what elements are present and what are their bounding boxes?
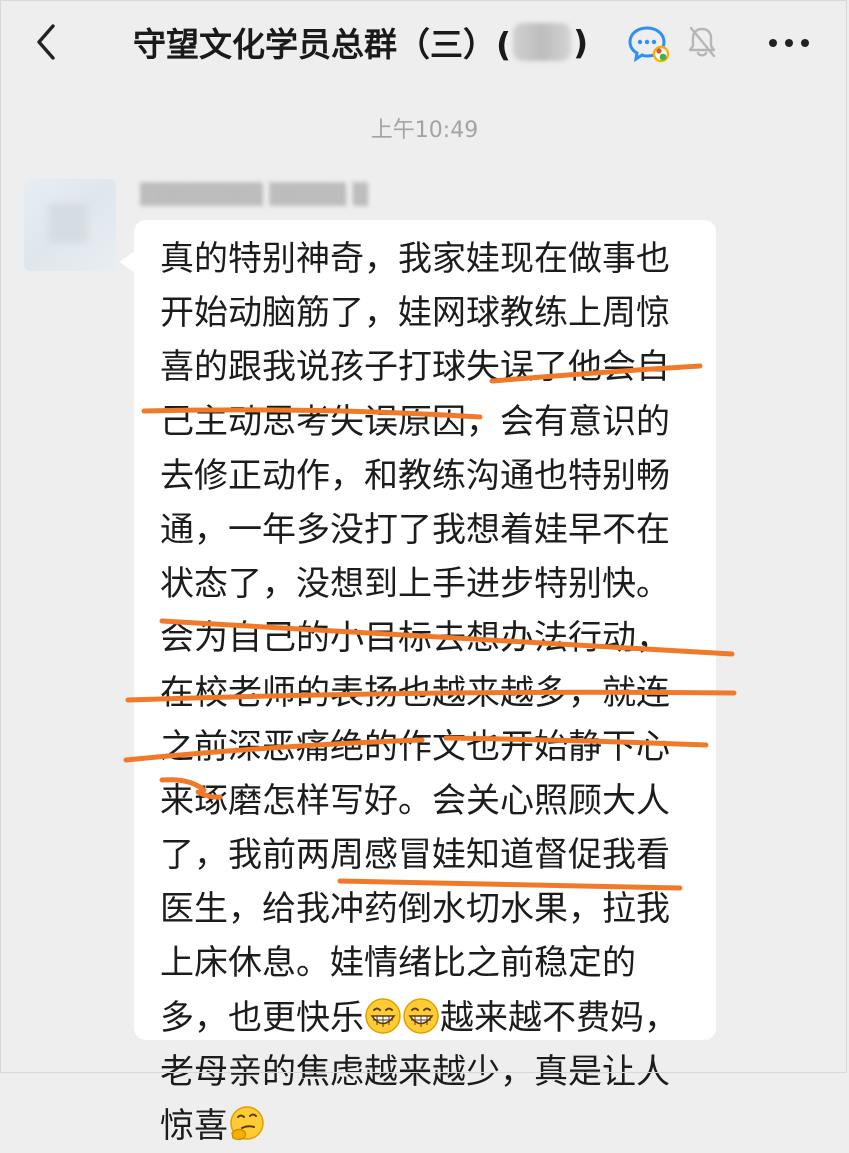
message-line: 在校老师的表扬也越来越多，就连	[160, 672, 670, 713]
grinning-face-emoji-icon	[365, 997, 401, 1034]
message-line: 医生，给我冲药倒水切水果，拉我	[160, 889, 670, 930]
bell-muted-icon[interactable]	[686, 24, 718, 60]
message-line: 上床休息。娃情绪比之前稳定的	[160, 943, 636, 984]
message-line: 老母亲的焦虑越来越少，真是让人	[160, 1051, 670, 1092]
message-line: 己主动思考失误原因，会有意识的	[160, 401, 670, 442]
chat-title-text: 守望文化学员总群（三）(	[133, 25, 512, 64]
message-line: 通，一年多没打了我想着娃早不在	[160, 509, 670, 550]
group-chat-icon[interactable]	[627, 24, 671, 64]
thinking-face-emoji-icon	[230, 1106, 264, 1141]
chat-title[interactable]: 守望文化学员总群（三）( )	[133, 18, 588, 66]
message-timestamp: 上午10:49	[370, 118, 479, 143]
redacted-region	[513, 23, 572, 61]
message-line: 之前深恶痛绝的作文也开始静下心	[160, 726, 670, 767]
message-line: 状态了，没想到上手进步特别快。	[160, 564, 670, 605]
chat-title-suffix: )	[573, 22, 589, 62]
message-line: 真的特别神奇，我家娃现在做事也	[160, 239, 670, 279]
avatar[interactable]	[24, 179, 116, 271]
message-line: 喜的跟我说孩子打球失误了他会自	[160, 347, 670, 388]
message-line: 惊喜	[160, 1099, 705, 1153]
message-line: 开始动脑筋了，娃网球教练上周惊	[160, 293, 670, 334]
sender-name-redacted: ▒▒▒▒▒▒▒▒ ▒▒▒▒▒ ▒	[140, 182, 369, 206]
message-line-part: 多，也更快乐	[160, 997, 364, 1038]
message-text: 真的特别神奇，我家娃现在做事也 开始动脑筋了，娃网球教练上周惊 喜的跟我说孩子打…	[160, 232, 705, 1153]
message-line: 去修正动作，和教练沟通也特别畅	[160, 455, 670, 496]
message-line: 了，我前两周感冒娃知道督促我看	[160, 835, 670, 876]
message-line: 会为自己的小目标去想办法行动，	[160, 618, 670, 659]
more-button[interactable]	[764, 26, 814, 60]
back-button[interactable]	[24, 20, 68, 64]
chat-header: 守望文化学员总群（三）( )	[0, 0, 849, 86]
chevron-left-icon	[37, 24, 55, 60]
message-line: 多，也更快乐 越来越不费妈，	[160, 991, 705, 1045]
grinning-face-emoji-icon	[403, 997, 439, 1034]
message-line-part: 惊喜	[160, 1106, 228, 1146]
message-line: 来琢磨怎样写好。会关心照顾大人	[160, 780, 670, 821]
avatar-image	[48, 203, 88, 243]
message-line-part: 越来越不费妈，	[440, 997, 678, 1038]
more-dots-icon	[769, 39, 809, 47]
